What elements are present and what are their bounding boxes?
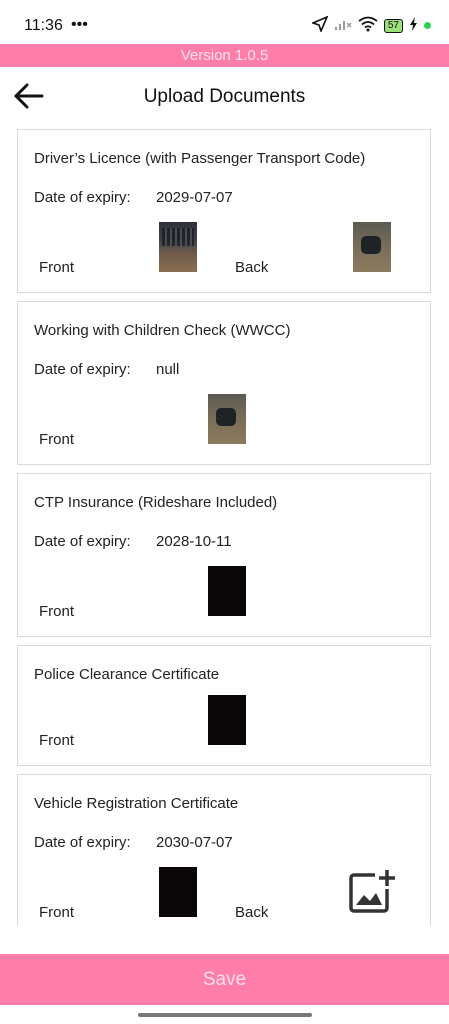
back-image-thumbnail[interactable] — [353, 222, 391, 272]
front-label: Front — [39, 259, 75, 276]
front-label: Front — [39, 904, 75, 921]
document-title: Working with Children Check (WWCC) — [34, 322, 291, 339]
indicator-dot — [424, 22, 431, 29]
status-notification-icons: ••• — [71, 16, 88, 33]
expiry-value: null — [156, 361, 180, 378]
document-title: Vehicle Registration Certificate — [34, 795, 239, 812]
document-card-police-clearance: Police Clearance Certificate Front — [17, 645, 431, 766]
front-label: Front — [39, 603, 75, 620]
add-back-image-button[interactable] — [349, 869, 397, 913]
expiry-value: 2030-07-07 — [156, 834, 233, 851]
document-title: CTP Insurance (Rideshare Included) — [34, 494, 278, 511]
status-right: 57 — [310, 15, 431, 35]
expiry-value: 2028-10-11 — [156, 533, 232, 550]
document-card-vehicle-registration: Vehicle Registration Certificate Date of… — [17, 774, 431, 926]
document-card-ctp-insurance: CTP Insurance (Rideshare Included) Date … — [17, 473, 431, 637]
status-time: 11:36 — [24, 17, 63, 34]
header: Upload Documents — [0, 67, 449, 127]
expiry-value: 2029-07-07 — [156, 189, 233, 206]
battery-icon: 57 — [383, 18, 403, 33]
front-image-thumbnail[interactable] — [159, 222, 197, 272]
document-card-drivers-licence: Driver’s Licence (with Passenger Transpo… — [17, 129, 431, 293]
back-label: Back — [235, 259, 269, 276]
document-title: Driver’s Licence (with Passenger Transpo… — [34, 150, 366, 167]
version-banner: Version 1.0.5 — [0, 44, 449, 67]
front-image-thumbnail[interactable] — [208, 394, 246, 444]
back-label: Back — [235, 904, 269, 921]
status-bar: 11:36 ••• 57 — [0, 0, 449, 44]
front-image-thumbnail[interactable] — [159, 867, 197, 917]
home-indicator[interactable] — [138, 1013, 312, 1017]
front-image-thumbnail[interactable] — [208, 566, 246, 616]
charging-icon — [409, 17, 418, 34]
location-arrow-icon — [310, 15, 329, 35]
expiry-label: Date of expiry: — [34, 834, 131, 851]
page-title: Upload Documents — [143, 86, 306, 107]
wifi-icon — [358, 16, 378, 35]
signal-icon — [334, 17, 352, 34]
expiry-label: Date of expiry: — [34, 361, 131, 378]
documents-list[interactable]: Driver’s Licence (with Passenger Transpo… — [0, 127, 449, 926]
front-label: Front — [39, 732, 75, 749]
save-button[interactable]: Save — [0, 954, 449, 1005]
add-photo-icon — [349, 870, 397, 917]
front-image-thumbnail[interactable] — [208, 695, 246, 745]
expiry-label: Date of expiry: — [34, 533, 131, 550]
document-card-wwcc: Working with Children Check (WWCC) Date … — [17, 301, 431, 465]
document-title: Police Clearance Certificate — [34, 666, 220, 683]
front-label: Front — [39, 431, 75, 448]
expiry-label: Date of expiry: — [34, 189, 131, 206]
